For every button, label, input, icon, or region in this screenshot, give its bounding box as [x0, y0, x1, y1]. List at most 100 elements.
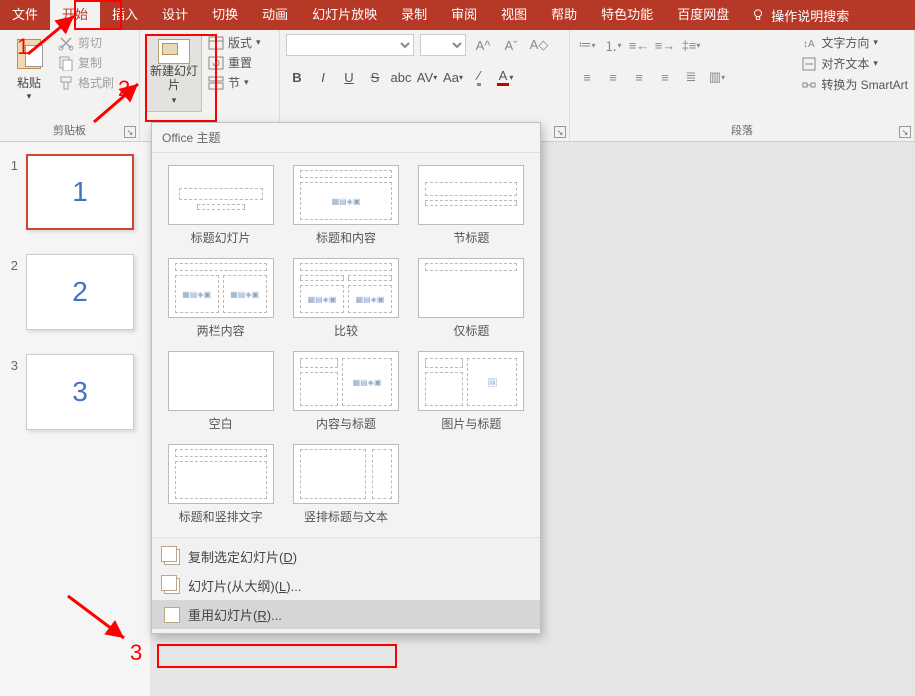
layout-blank[interactable]: 空白	[164, 351, 277, 432]
layout-label: 标题幻灯片	[191, 229, 251, 246]
underline-button[interactable]: U	[338, 66, 360, 88]
text-direction-button[interactable]: ↕A 文字方向▾	[801, 34, 908, 51]
tab-view[interactable]: 视图	[489, 0, 539, 30]
layout-content-caption[interactable]: ▦▤◈▣ 内容与标题	[289, 351, 402, 432]
thumb-number: 2	[4, 258, 18, 273]
new-slide-button[interactable]: 新建幻灯片 ▾	[146, 34, 202, 112]
font-name-select[interactable]	[286, 34, 414, 56]
strikethrough-button[interactable]: S	[364, 66, 386, 88]
slide-thumb-2[interactable]: 2	[26, 254, 134, 330]
thumb-row[interactable]: 1 1	[4, 154, 146, 230]
chevron-down-icon: ▾	[27, 91, 32, 102]
layout-two-content[interactable]: ▦▤◈▣▦▤◈▣ 两栏内容	[164, 258, 277, 339]
tab-baidu[interactable]: 百度网盘	[665, 0, 741, 30]
new-slide-dropdown: Office 主题 标题幻灯片 ▦▤◈▣ 标题和内容 节标题 ▦▤◈▣▦▤◈▣ …	[151, 122, 541, 634]
group-paragraph: ≔▾ ⒈▾ ≡← ≡→ ‡≡▾ ≡ ≡ ≡ ≡ ≣ ▥▾ ↕A	[570, 30, 915, 141]
italic-button[interactable]: I	[312, 66, 334, 88]
char-spacing-button[interactable]: AV▾	[416, 66, 438, 88]
reset-button[interactable]: 重置	[208, 54, 261, 71]
tab-features[interactable]: 特色功能	[589, 0, 665, 30]
layout-button[interactable]: 版式▾	[208, 34, 261, 51]
layout-title-vertical-text[interactable]: 标题和竖排文字	[164, 444, 277, 525]
increase-font-icon[interactable]: A^	[472, 34, 494, 56]
align-text-label: 对齐文本	[821, 55, 869, 72]
paragraph-dialog-launcher[interactable]: ↘	[899, 126, 911, 138]
new-slide-icon	[158, 39, 190, 64]
columns-button[interactable]: ▥▾	[706, 66, 728, 88]
clipboard-dialog-launcher[interactable]: ↘	[124, 126, 136, 138]
layout-section-header[interactable]: 节标题	[415, 165, 528, 246]
layout-label: 版式	[228, 34, 252, 51]
convert-smartart-button[interactable]: 转换为 SmartArt	[801, 76, 908, 93]
brush-icon	[58, 75, 74, 91]
align-text-button[interactable]: 对齐文本▾	[801, 55, 908, 72]
layout-label: 两栏内容	[197, 322, 245, 339]
tell-me-search[interactable]: 操作说明搜索	[741, 6, 859, 25]
decrease-indent-button[interactable]: ≡←	[628, 34, 650, 56]
tab-help[interactable]: 帮助	[539, 0, 589, 30]
duplicate-selected-slides[interactable]: 复制选定幻灯片(D)	[152, 542, 540, 571]
tab-record[interactable]: 录制	[389, 0, 439, 30]
layout-picture-caption[interactable]: 🖼 图片与标题	[415, 351, 528, 432]
section-button[interactable]: 节▾	[208, 74, 261, 91]
layout-menu-header: Office 主题	[152, 123, 540, 153]
line-spacing-button[interactable]: ‡≡▾	[680, 34, 702, 56]
convert-smartart-label: 转换为 SmartArt	[821, 76, 908, 93]
layout-label: 节标题	[453, 229, 489, 246]
bold-button[interactable]: B	[286, 66, 308, 88]
change-case-button[interactable]: Aa▾	[442, 66, 464, 88]
tab-animations[interactable]: 动画	[250, 0, 300, 30]
text-direction-label: 文字方向	[821, 34, 869, 51]
reuse-icon	[164, 607, 180, 623]
duplicate-icon	[164, 549, 180, 565]
thumb-number: 3	[4, 358, 18, 373]
align-left-button[interactable]: ≡	[576, 66, 598, 88]
slide-thumb-3[interactable]: 3	[26, 354, 134, 430]
font-size-select[interactable]	[420, 34, 466, 56]
distribute-button[interactable]: ≣	[680, 66, 702, 88]
align-right-button[interactable]: ≡	[628, 66, 650, 88]
ribbon-tabs: 文件 开始 插入 设计 切换 动画 幻灯片放映 录制 审阅 视图 帮助 特色功能…	[0, 0, 915, 30]
arrow-1	[24, 10, 82, 58]
bullets-button[interactable]: ≔▾	[576, 34, 598, 56]
new-slide-label: 新建幻灯片	[150, 64, 198, 92]
svg-text:↕A: ↕A	[803, 39, 815, 50]
outline-label: 幻灯片(从大纲)(L)...	[188, 576, 301, 595]
tab-insert[interactable]: 插入	[100, 0, 150, 30]
shadow-button[interactable]: abc	[390, 66, 412, 88]
layout-label: 比较	[334, 322, 358, 339]
reuse-slides[interactable]: 重用幻灯片(R)...	[152, 600, 540, 629]
tab-review[interactable]: 审阅	[439, 0, 489, 30]
decrease-font-icon[interactable]: Aˇ	[500, 34, 522, 56]
highlight-button[interactable]: ⁄	[468, 66, 490, 88]
slide-thumb-1[interactable]: 1	[26, 154, 134, 230]
tab-design[interactable]: 设计	[150, 0, 200, 30]
layout-label: 仅标题	[453, 322, 489, 339]
layout-comparison[interactable]: ▦▤◈▣▦▤◈▣ 比较	[289, 258, 402, 339]
thumb-row[interactable]: 2 2	[4, 254, 146, 330]
thumb-content: 2	[72, 276, 88, 308]
layout-title-content[interactable]: ▦▤◈▣ 标题和内容	[289, 165, 402, 246]
paragraph-group-label: 段落	[570, 125, 914, 141]
layout-title-only[interactable]: 仅标题	[415, 258, 528, 339]
clear-format-icon[interactable]: A◇	[528, 34, 550, 56]
align-center-button[interactable]: ≡	[602, 66, 624, 88]
lightbulb-icon	[751, 8, 765, 22]
duplicate-label: 复制选定幻灯片(D)	[188, 547, 297, 566]
layout-icon	[208, 35, 224, 51]
slides-from-outline[interactable]: 幻灯片(从大纲)(L)...	[152, 571, 540, 600]
layout-label: 标题和竖排文字	[179, 508, 263, 525]
outline-icon	[164, 578, 180, 594]
tell-me-label: 操作说明搜索	[771, 6, 849, 25]
numbering-button[interactable]: ⒈▾	[602, 34, 624, 56]
layout-vertical-title-text[interactable]: 竖排标题与文本	[289, 444, 402, 525]
increase-indent-button[interactable]: ≡→	[654, 34, 676, 56]
layout-title-slide[interactable]: 标题幻灯片	[164, 165, 277, 246]
thumb-content: 3	[72, 376, 88, 408]
tab-slideshow[interactable]: 幻灯片放映	[300, 0, 389, 30]
thumb-row[interactable]: 3 3	[4, 354, 146, 430]
font-dialog-launcher[interactable]: ↘	[554, 126, 566, 138]
font-color-button[interactable]: A▾	[494, 66, 516, 88]
tab-transitions[interactable]: 切换	[200, 0, 250, 30]
justify-button[interactable]: ≡	[654, 66, 676, 88]
